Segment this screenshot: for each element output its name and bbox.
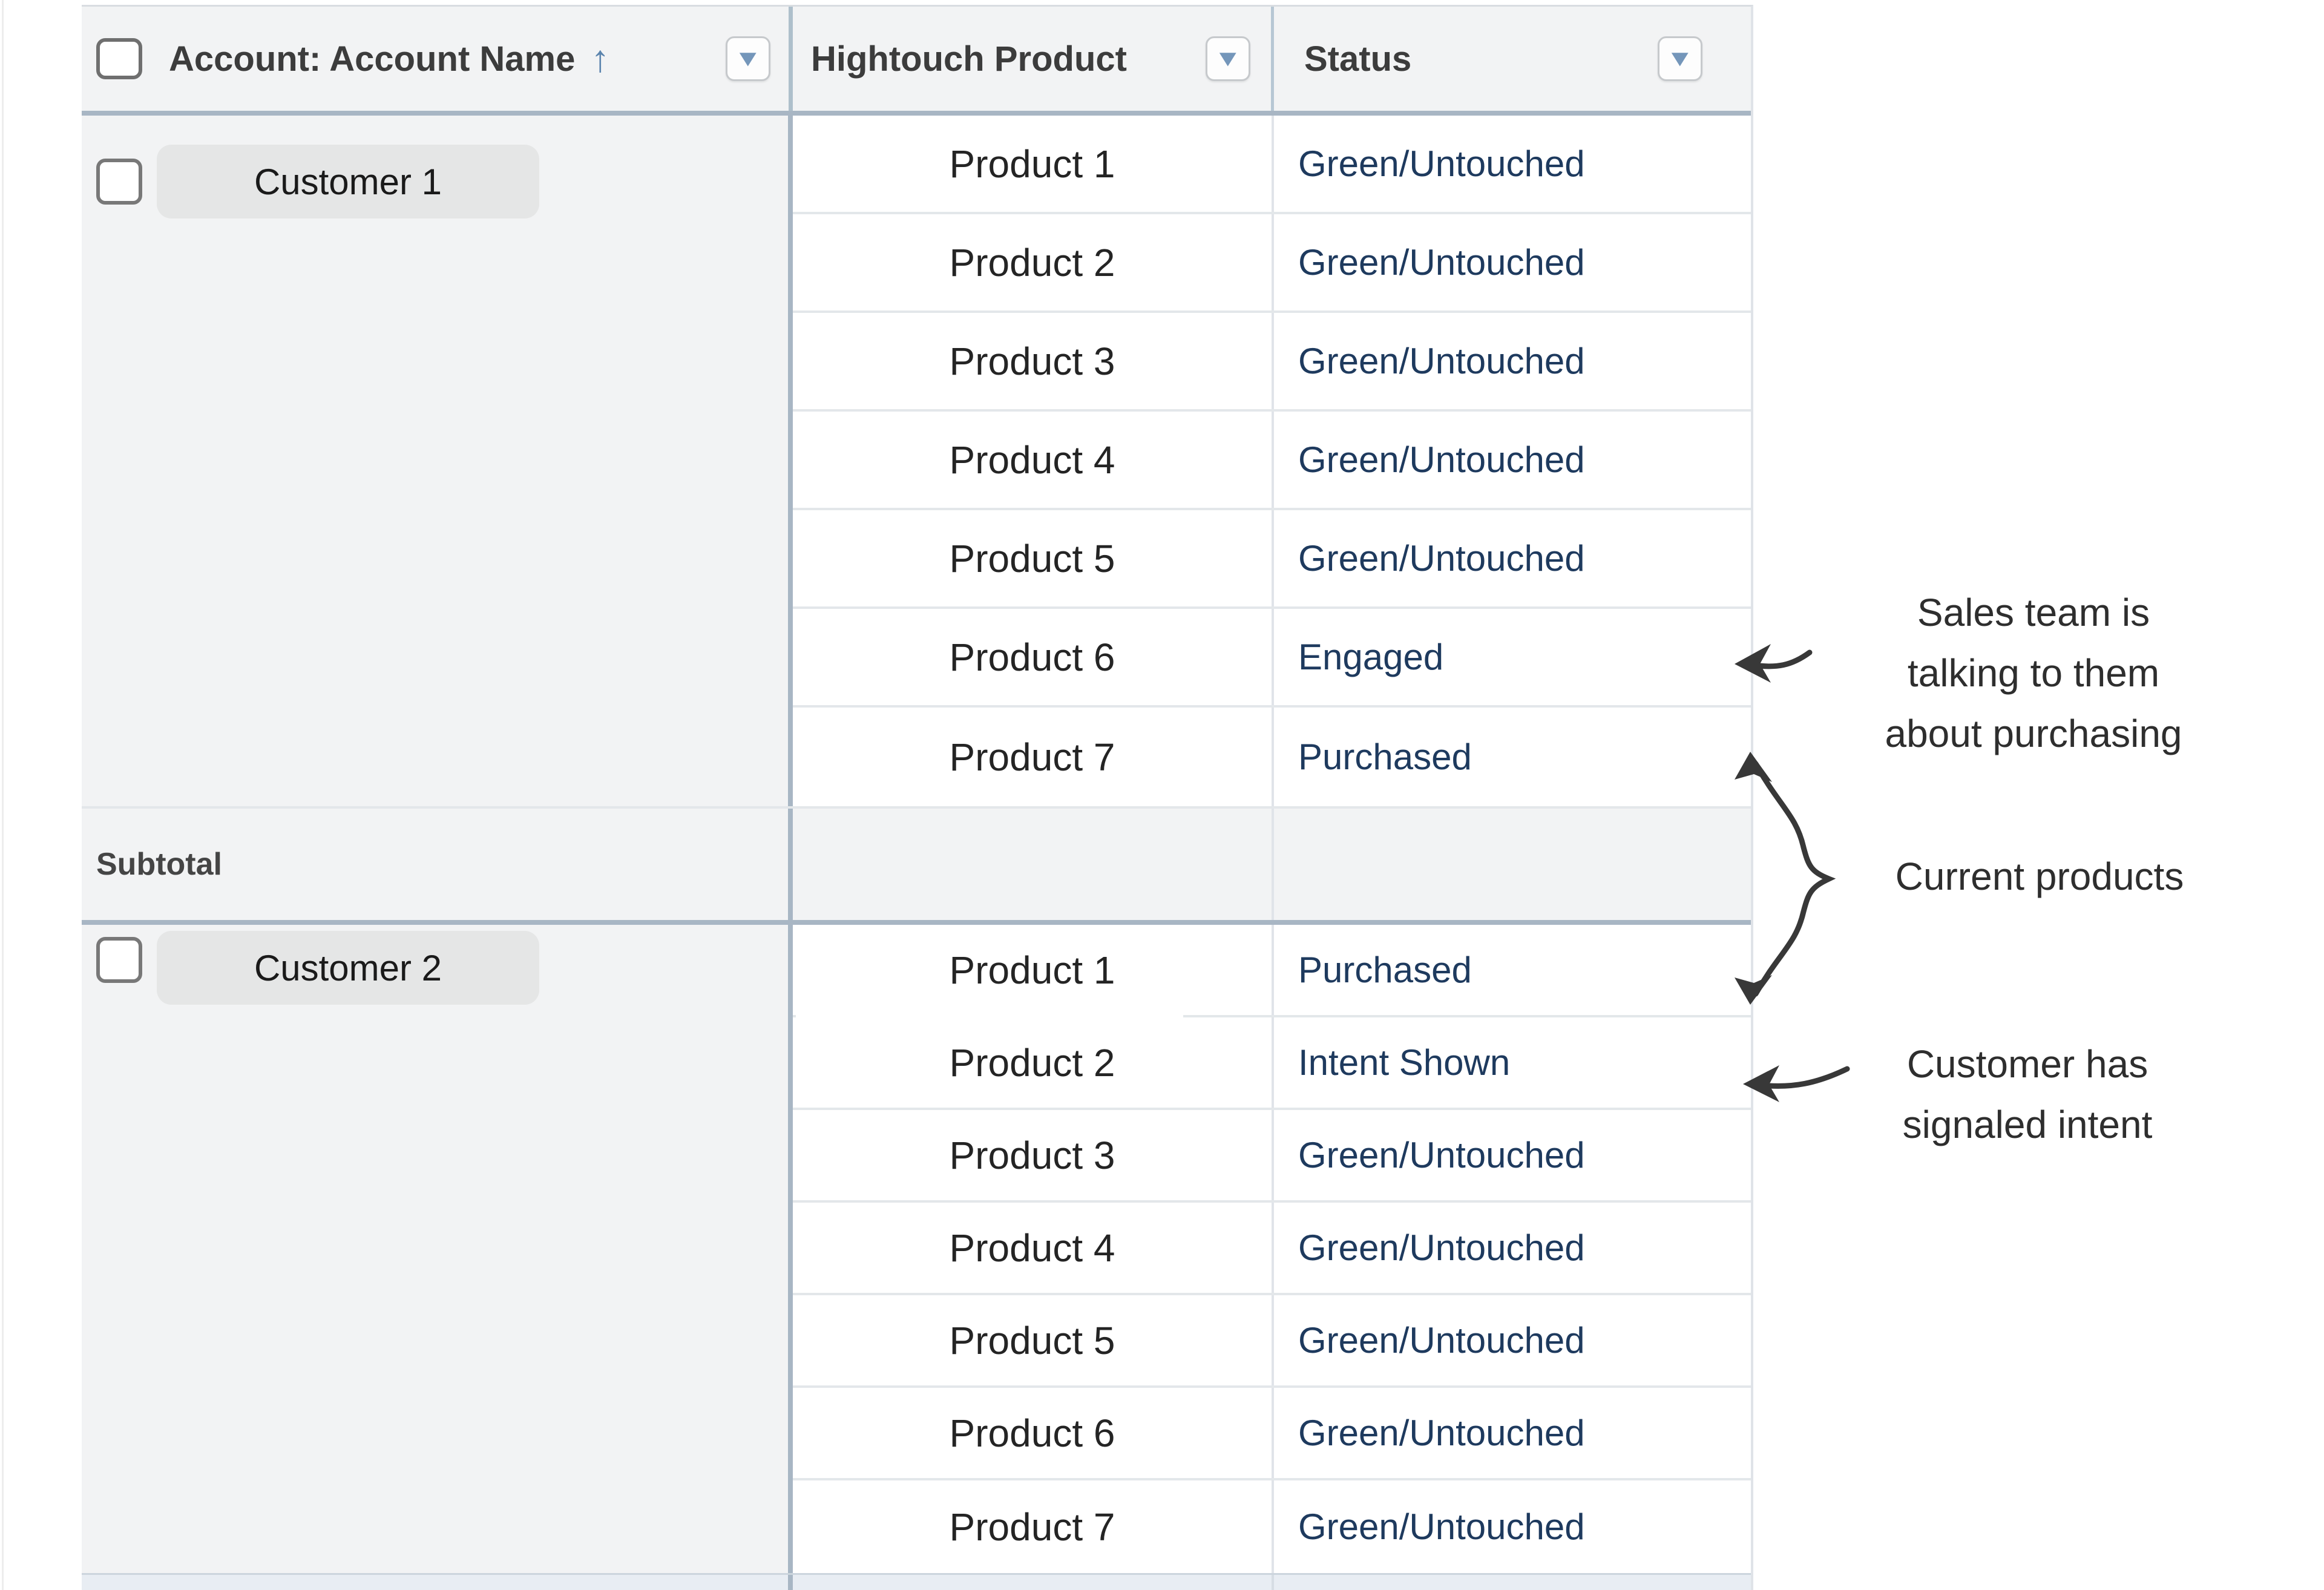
report-canvas: Account: Account Name ↑ ▼ Hightouch Prod… [0, 0, 2324, 1590]
product-column-label: Hightouch Product [811, 39, 1127, 79]
annotation-mask [796, 1008, 1183, 1036]
account-group-cell: Customer 1 [82, 116, 793, 806]
status-cell[interactable]: Purchased [1274, 925, 1753, 1015]
table-row: Product 6 Green/Untouched [793, 1388, 1753, 1480]
page-left-edge [2, 0, 4, 1590]
account-group-cell: Customer 2 [82, 925, 793, 1573]
table-row: Product 7 Green/Untouched [793, 1480, 1753, 1573]
product-cell: Product 4 [793, 412, 1274, 508]
subtotal-product-cell [793, 809, 1274, 920]
annotation-current-products-note: Current products [1822, 847, 2257, 905]
product-cell: Product 4 [793, 1203, 1274, 1293]
column-header-status[interactable]: Status ▼ [1274, 7, 1753, 111]
account-group-customer-1: Customer 1 Product 1 Green/Untouched Pro… [82, 116, 1751, 806]
status-cell[interactable]: Green/Untouched [1274, 510, 1753, 606]
current-products-brace [1756, 764, 1829, 994]
status-cell[interactable]: Green/Untouched [1274, 1480, 1753, 1573]
product-cell: Product 3 [793, 1110, 1274, 1200]
table-row: Product 4 Green/Untouched [793, 412, 1753, 510]
engaged-arrow [1754, 652, 1810, 666]
account-filter-button[interactable]: ▼ [726, 36, 770, 81]
table-row: Product 6 Engaged [793, 609, 1753, 708]
status-cell[interactable]: Purchased [1274, 708, 1753, 806]
status-cell[interactable]: Green/Untouched [1274, 313, 1753, 409]
table-row: Product 1 Green/Untouched [793, 116, 1753, 214]
product-cell: Product 6 [793, 1388, 1274, 1478]
filter-dropdown-icon: ▼ [1213, 47, 1242, 70]
row-checkbox[interactable] [96, 937, 142, 983]
sort-ascending-icon[interactable]: ↑ [591, 38, 609, 80]
status-cell[interactable]: Green/Untouched [1274, 1203, 1753, 1293]
table-row: Product 3 Green/Untouched [793, 313, 1753, 412]
row-checkbox[interactable] [96, 159, 142, 205]
filter-dropdown-icon: ▼ [734, 47, 762, 70]
column-header-product[interactable]: Hightouch Product ▼ [793, 7, 1274, 111]
table-row: Product 5 Green/Untouched [793, 510, 1753, 609]
account-name-cell[interactable]: Customer 2 [157, 931, 539, 1005]
table-row: Product 3 Green/Untouched [793, 1110, 1753, 1203]
report-table: Account: Account Name ↑ ▼ Hightouch Prod… [82, 5, 1753, 1590]
status-cell[interactable]: Green/Untouched [1274, 1295, 1753, 1385]
select-all-checkbox[interactable] [96, 38, 142, 79]
table-row: Product 2 Green/Untouched [793, 214, 1753, 313]
table-row: Product 7 Purchased [793, 708, 1753, 806]
status-filter-button[interactable]: ▼ [1658, 36, 1702, 81]
status-cell[interactable]: Green/Untouched [1274, 1388, 1753, 1478]
table-row: Product 5 Green/Untouched [793, 1295, 1753, 1388]
product-cell: Product 5 [793, 510, 1274, 606]
product-cell: Product 1 [793, 925, 1274, 1015]
table-row: Product 4 Green/Untouched [793, 1203, 1753, 1295]
product-filter-button[interactable]: ▼ [1206, 36, 1250, 81]
filter-dropdown-icon: ▼ [1666, 47, 1694, 70]
status-cell[interactable]: Engaged [1274, 609, 1753, 705]
account-column-label: Account: Account Name [169, 39, 575, 79]
table-bottom-edge [82, 1573, 1751, 1590]
product-cell: Product 5 [793, 1295, 1274, 1385]
status-cell[interactable]: Intent Shown [1274, 1017, 1753, 1108]
status-cell[interactable]: Green/Untouched [1274, 412, 1753, 508]
status-cell[interactable]: Green/Untouched [1274, 214, 1753, 310]
subtotal-row: Subtotal [82, 806, 1751, 925]
status-cell[interactable]: Green/Untouched [1274, 1110, 1753, 1200]
product-cell: Product 7 [793, 1480, 1274, 1573]
annotation-intent-note: Customer has signaled intent [1822, 1034, 2233, 1155]
group-rows: Product 1 Green/Untouched Product 2 Gree… [793, 116, 1753, 806]
column-header-account[interactable]: Account: Account Name ↑ ▼ [82, 7, 793, 111]
product-cell: Product 1 [793, 116, 1274, 212]
status-column-label: Status [1304, 39, 1411, 79]
table-header-row: Account: Account Name ↑ ▼ Hightouch Prod… [82, 7, 1751, 116]
subtotal-status-cell [1274, 809, 1753, 920]
product-cell: Product 6 [793, 609, 1274, 705]
product-cell: Product 7 [793, 708, 1274, 806]
subtotal-label: Subtotal [82, 809, 793, 920]
table-row: Product 1 Purchased [793, 925, 1753, 1017]
product-cell: Product 2 [793, 214, 1274, 310]
account-name-cell[interactable]: Customer 1 [157, 145, 539, 218]
product-cell: Product 3 [793, 313, 1274, 409]
status-cell[interactable]: Green/Untouched [1274, 116, 1753, 212]
annotation-engaged-note: Sales team is talking to them about purc… [1822, 582, 2245, 764]
